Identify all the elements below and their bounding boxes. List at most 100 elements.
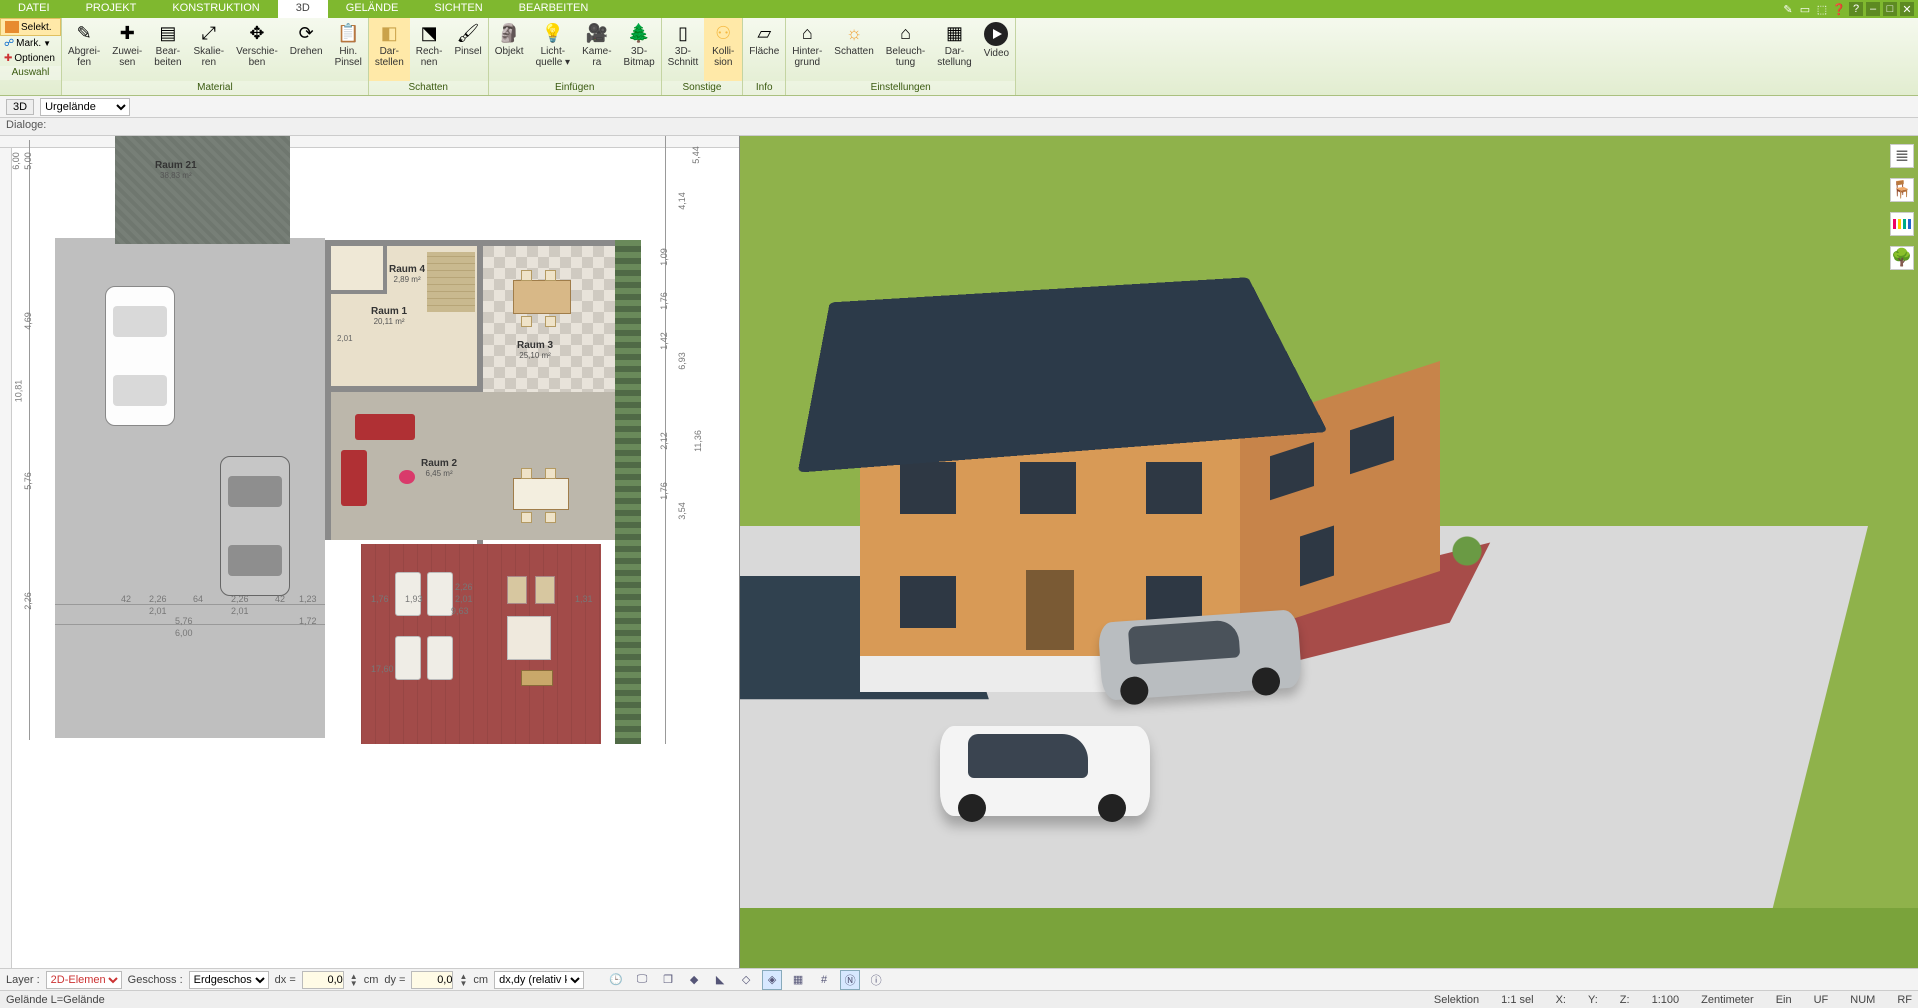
coord-mode-select[interactable]: dx,dy (relativ ka bbox=[494, 971, 584, 989]
car-white-3d bbox=[940, 726, 1150, 816]
grid-icon[interactable]: ▦ bbox=[788, 970, 808, 990]
house-outline: Raum 42,89 m² Raum 120,11 m² Raum 325,10… bbox=[325, 240, 615, 540]
car-white-2d bbox=[105, 286, 175, 426]
ribbon-group-sonstige: Sonstige bbox=[662, 81, 743, 95]
palette-icon[interactable] bbox=[1890, 212, 1914, 236]
room4-label: Raum 42,89 m² bbox=[389, 264, 425, 284]
screen-icon[interactable]: 🖵 bbox=[632, 970, 652, 990]
car-grey-3d bbox=[1098, 609, 1303, 701]
snap-grid-icon[interactable]: ◈ bbox=[762, 970, 782, 990]
dx-label: dx = bbox=[275, 974, 296, 986]
ribbon-schattenset[interactable]: ☼Schatten bbox=[828, 18, 879, 81]
ribbon-hintergrund[interactable]: ⌂Hinter- grund bbox=[786, 18, 828, 81]
status-num: NUM bbox=[1850, 994, 1875, 1006]
toolbar-icon-1[interactable]: ✎ bbox=[1781, 2, 1795, 16]
ribbon-group-einstellungen: Einstellungen bbox=[786, 81, 1015, 95]
ribbon-flaeche[interactable]: ▱Fläche bbox=[743, 18, 785, 81]
toolbar-icon-3[interactable]: ⬚ bbox=[1815, 2, 1829, 16]
status-x: X: bbox=[1556, 994, 1566, 1006]
snap-mid-icon[interactable]: ◇ bbox=[736, 970, 756, 990]
status-y: Y: bbox=[1588, 994, 1598, 1006]
status-uf: UF bbox=[1814, 994, 1829, 1006]
ribbon-group-schatten: Schatten bbox=[369, 81, 488, 95]
status-rf: RF bbox=[1897, 994, 1912, 1006]
ribbon-abgreifen[interactable]: ✎Abgrei- fen bbox=[62, 18, 106, 81]
ribbon-3dbitmap[interactable]: 🌲3D- Bitmap bbox=[618, 18, 661, 81]
floor-select[interactable]: Erdgeschos bbox=[189, 971, 269, 989]
ribbon-hinpinsel[interactable]: 📋Hin. Pinsel bbox=[329, 18, 368, 81]
window-minimize[interactable]: – bbox=[1866, 2, 1880, 16]
layers-icon[interactable]: ≣ bbox=[1890, 144, 1914, 168]
status-left: Gelände L=Gelände bbox=[6, 994, 105, 1006]
status-ein: Ein bbox=[1776, 994, 1792, 1006]
room21-label: Raum 2138,83 m² bbox=[155, 160, 197, 180]
select-tool[interactable]: Selekt. bbox=[0, 18, 61, 36]
furniture-icon[interactable]: 🪑 bbox=[1890, 178, 1914, 202]
help-icon[interactable]: ? bbox=[1849, 2, 1863, 16]
menu-tab-sichten[interactable]: SICHTEN bbox=[416, 0, 500, 18]
ribbon-3dschnitt[interactable]: ▯3D- Schnitt bbox=[662, 18, 705, 81]
garage bbox=[115, 136, 290, 244]
car-grey-2d bbox=[220, 456, 290, 596]
room3-label: Raum 325,10 m² bbox=[517, 340, 553, 360]
ribbon-darstellen[interactable]: ◧Dar- stellen bbox=[369, 18, 410, 81]
room1-label: Raum 120,11 m² bbox=[371, 306, 407, 326]
ribbon-beleuchtung[interactable]: ⌂Beleuch- tung bbox=[880, 18, 931, 81]
clock-icon[interactable]: 🕒 bbox=[606, 970, 626, 990]
dx-spinner[interactable]: ▲▼ bbox=[350, 973, 358, 987]
ribbon-rechnen[interactable]: ⬔Rech- nen bbox=[410, 18, 449, 81]
2d-plan-view[interactable]: 6,00 5,00 4,69 10,81 5,76 2,26 Raum 2138… bbox=[0, 136, 740, 968]
ruler-vertical bbox=[0, 136, 12, 968]
ribbon-pinsel[interactable]: 🖌Pinsel bbox=[448, 18, 487, 81]
window-close[interactable]: ✕ bbox=[1900, 2, 1914, 16]
menu-tab-konstruktion[interactable]: KONSTRUKTION bbox=[154, 0, 277, 18]
ribbon-drehen[interactable]: ⟳Drehen bbox=[284, 18, 329, 81]
status-unit: Zentimeter bbox=[1701, 994, 1754, 1006]
info-icon[interactable]: ⓘ bbox=[866, 970, 886, 990]
window-maximize[interactable]: □ bbox=[1883, 2, 1897, 16]
group-auswahl: Auswahl bbox=[0, 66, 61, 80]
ribbon-lichtquelle[interactable]: 💡Licht- quelle ▾ bbox=[530, 18, 577, 81]
ribbon-darstellung[interactable]: ▦Dar- stellung bbox=[931, 18, 977, 81]
layer-select[interactable]: 2D-Elemen bbox=[46, 971, 122, 989]
hedge-right bbox=[615, 240, 641, 744]
ribbon-kamera[interactable]: 🎥Kame- ra bbox=[576, 18, 617, 81]
hash-icon[interactable]: # bbox=[814, 970, 834, 990]
snap-point-icon[interactable]: ◆ bbox=[684, 970, 704, 990]
menu-tab-3d[interactable]: 3D bbox=[278, 0, 328, 18]
menu-tab-projekt[interactable]: PROJEKT bbox=[68, 0, 155, 18]
ribbon-group-material: Material bbox=[62, 81, 368, 95]
ribbon-kollision[interactable]: ⚇Kolli- sion bbox=[704, 18, 742, 81]
status-scale: 1:100 bbox=[1652, 994, 1680, 1006]
ribbon-skalieren[interactable]: ⤢Skalie- ren bbox=[188, 18, 231, 81]
dx-input[interactable] bbox=[302, 971, 344, 989]
3d-view[interactable]: ≣ 🪑 🌳 bbox=[740, 136, 1918, 968]
snap-end-icon[interactable]: ◣ bbox=[710, 970, 730, 990]
dy-spinner[interactable]: ▲▼ bbox=[459, 973, 467, 987]
options-tool[interactable]: ✚Optionen bbox=[0, 51, 61, 66]
tree-icon[interactable]: 🌳 bbox=[1890, 246, 1914, 270]
room2-label: Raum 26,45 m² bbox=[421, 458, 457, 478]
ribbon-zuweisen[interactable]: ✚Zuwei- sen bbox=[106, 18, 148, 81]
status-selection: Selektion bbox=[1434, 994, 1479, 1006]
ribbon-group-einfügen: Einfügen bbox=[489, 81, 661, 95]
ribbon-objekt[interactable]: 🗿Objekt bbox=[489, 18, 530, 81]
toolbar-icon-4[interactable]: ❓ bbox=[1832, 2, 1846, 16]
mark-tool[interactable]: ☍Mark.▼ bbox=[0, 36, 61, 51]
toolbar-icon-2[interactable]: ▭ bbox=[1798, 2, 1812, 16]
menu-tab-bearbeiten[interactable]: BEARBEITEN bbox=[501, 0, 607, 18]
menu-tab-gelände[interactable]: GELÄNDE bbox=[328, 0, 417, 18]
menu-tab-datei[interactable]: DATEI bbox=[0, 0, 68, 18]
status-z: Z: bbox=[1620, 994, 1630, 1006]
ribbon-verschieben[interactable]: ✥Verschie- ben bbox=[230, 18, 284, 81]
ribbon-video[interactable]: Video bbox=[978, 18, 1015, 81]
stack-icon[interactable]: ❐ bbox=[658, 970, 678, 990]
dy-input[interactable] bbox=[411, 971, 453, 989]
floor-label: Geschoss : bbox=[128, 974, 183, 986]
view-mode-tag[interactable]: 3D bbox=[6, 99, 34, 115]
north-icon[interactable]: Ⓝ bbox=[840, 970, 860, 990]
dialoge-label: Dialoge: bbox=[6, 119, 46, 131]
terrain-select[interactable]: Urgelände bbox=[40, 98, 130, 116]
ribbon-bearbeiten[interactable]: ▤Bear- beiten bbox=[148, 18, 187, 81]
dy-label: dy = bbox=[384, 974, 405, 986]
